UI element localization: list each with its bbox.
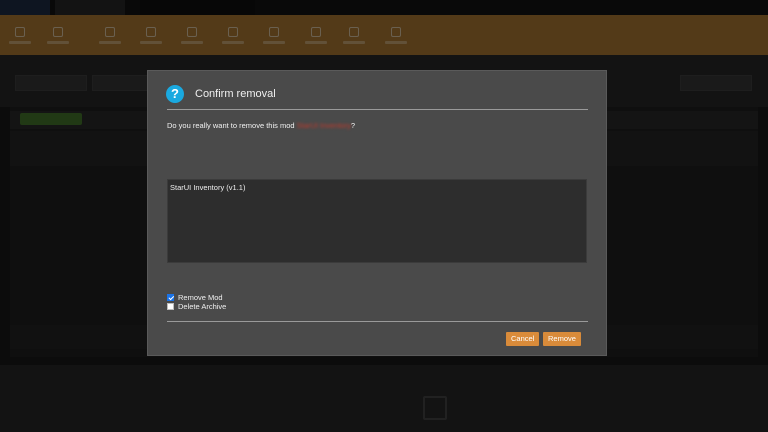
remove-mod-label: Remove Mod: [178, 293, 223, 302]
question-text: Do you really want to remove this mod: [167, 121, 295, 130]
divider: [167, 109, 588, 110]
question-circle-icon: ?: [166, 85, 184, 103]
question-mod-name: StarUI Inventory: [296, 121, 351, 130]
cancel-button[interactable]: Cancel: [506, 332, 540, 346]
removal-options: Remove Mod Delete Archive: [167, 293, 226, 311]
question-suffix: ?: [350, 121, 356, 130]
delete-archive-option[interactable]: Delete Archive: [167, 302, 226, 311]
remove-button[interactable]: Remove: [543, 332, 581, 346]
list-item: StarUI Inventory (v1.1): [170, 183, 246, 192]
delete-archive-checkbox[interactable]: [167, 303, 174, 310]
confirm-question: Do you really want to remove this mod St…: [167, 121, 355, 130]
delete-archive-label: Delete Archive: [178, 302, 227, 311]
mods-to-remove-list[interactable]: StarUI Inventory (v1.1): [167, 179, 587, 263]
divider: [167, 321, 588, 322]
dialog-title: Confirm removal: [195, 88, 276, 100]
confirm-removal-dialog: ? Confirm removal Do you really want to …: [147, 70, 607, 356]
remove-mod-checkbox[interactable]: [167, 294, 174, 301]
dialog-header: ? Confirm removal: [166, 79, 276, 109]
remove-mod-option[interactable]: Remove Mod: [167, 293, 226, 302]
